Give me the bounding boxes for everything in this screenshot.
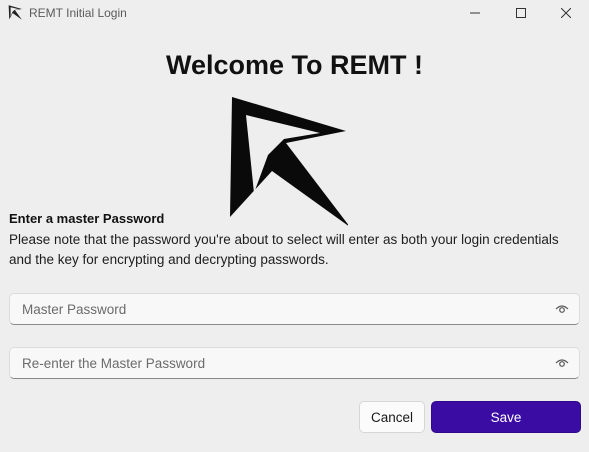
remt-logo [230, 97, 348, 226]
confirm-password-input[interactable] [10, 348, 550, 378]
master-password-label: Enter a master Password [9, 211, 165, 226]
cancel-button[interactable]: Cancel [359, 401, 425, 433]
save-button[interactable]: Save [431, 401, 581, 433]
master-password-input[interactable] [10, 294, 550, 324]
close-icon [561, 8, 571, 18]
minimize-icon [470, 12, 480, 14]
master-password-field[interactable] [9, 293, 580, 325]
login-window: REMT Initial Login Welcome To REMT ! Ent… [0, 0, 589, 452]
eye-icon[interactable] [555, 303, 569, 315]
title-bar[interactable]: REMT Initial Login [0, 0, 589, 26]
confirm-password-field[interactable] [9, 347, 580, 379]
maximize-button[interactable] [498, 0, 544, 26]
password-note: Please note that the password you're abo… [9, 232, 559, 267]
window-title: REMT Initial Login [29, 6, 127, 20]
welcome-heading: Welcome To REMT ! [165, 50, 423, 80]
app-logo-icon [8, 5, 22, 20]
close-button[interactable] [543, 0, 589, 26]
eye-icon[interactable] [555, 357, 569, 369]
maximize-icon [516, 8, 526, 18]
minimize-button[interactable] [452, 0, 498, 26]
